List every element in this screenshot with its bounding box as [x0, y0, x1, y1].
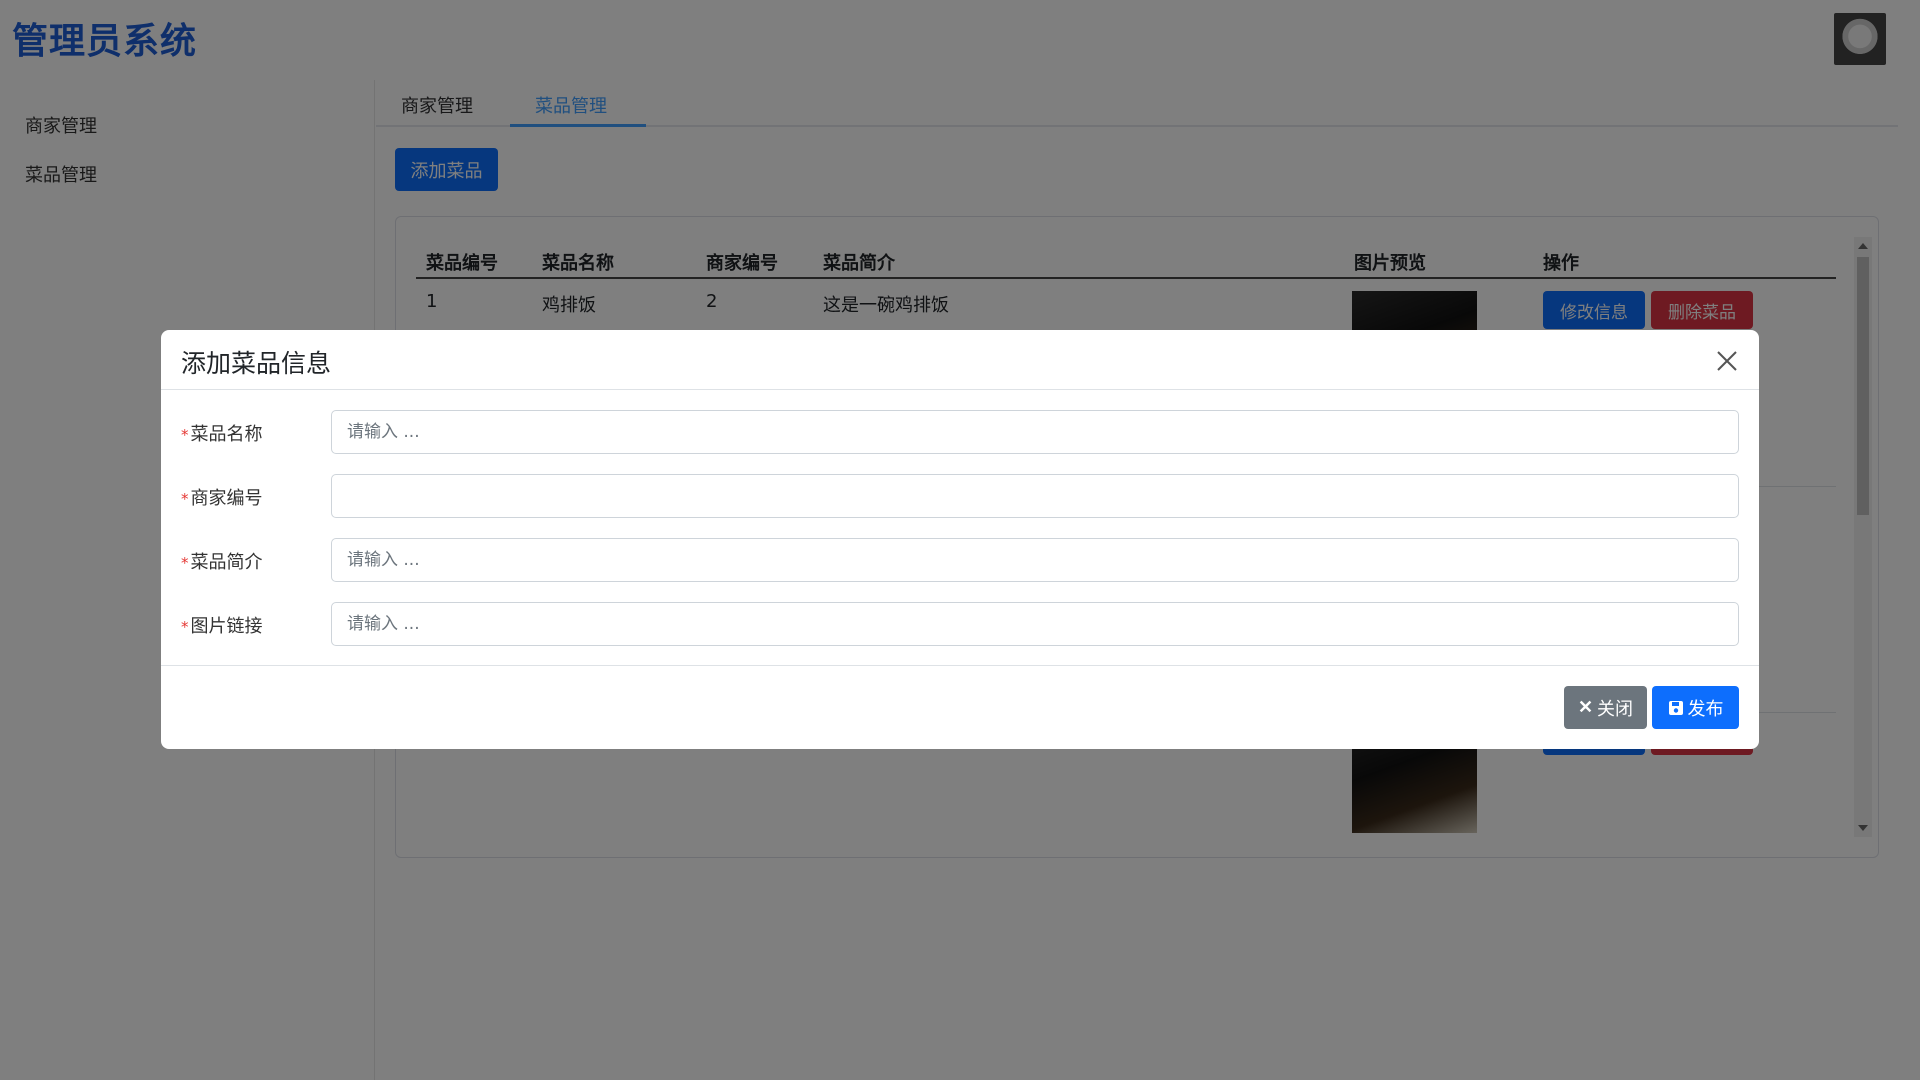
- save-icon: [1668, 700, 1683, 715]
- image-link-input[interactable]: [331, 602, 1739, 646]
- dish-desc-input[interactable]: [331, 538, 1739, 582]
- merchant-id-label: * 商家编号: [181, 488, 263, 509]
- modal-footer: ✕ 关闭 发布: [161, 665, 1759, 749]
- close-button[interactable]: ✕ 关闭: [1564, 686, 1647, 729]
- form-row-merchant-id: * 商家编号: [161, 474, 1759, 518]
- dish-name-input[interactable]: [331, 410, 1739, 454]
- form-row-dish-desc: * 菜品简介: [161, 538, 1759, 582]
- image-link-label: * 图片链接: [181, 616, 263, 637]
- close-icon[interactable]: [1715, 349, 1739, 373]
- x-icon: ✕: [1577, 697, 1594, 717]
- merchant-id-input[interactable]: [331, 474, 1739, 518]
- required-mark: *: [181, 426, 189, 444]
- modal-title: 添加菜品信息: [181, 349, 332, 378]
- publish-button[interactable]: 发布: [1652, 686, 1739, 729]
- form-row-image-link: * 图片链接: [161, 602, 1759, 646]
- required-mark: *: [181, 490, 189, 508]
- close-button-label: 关闭: [1597, 698, 1634, 719]
- required-mark: *: [181, 554, 189, 572]
- dish-desc-label: * 菜品简介: [181, 552, 263, 573]
- publish-button-label: 发布: [1687, 698, 1724, 719]
- required-mark: *: [181, 618, 189, 636]
- add-dish-modal: 添加菜品信息 *菜品名称 *商家编号 *菜品简介 *图片链接 ✕关闭 发布: [161, 330, 1759, 749]
- form-row-dish-name: * 菜品名称: [161, 410, 1759, 454]
- modal-header: 添加菜品信息: [161, 330, 1759, 390]
- dish-name-label: * 菜品名称: [181, 424, 263, 445]
